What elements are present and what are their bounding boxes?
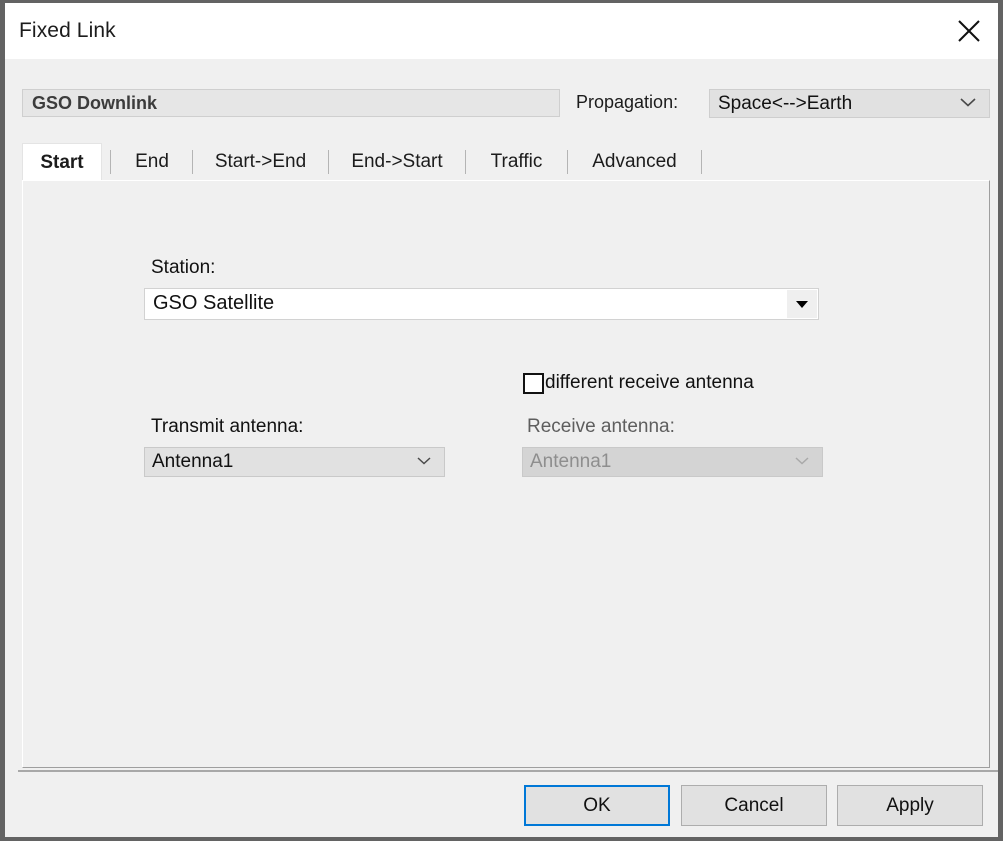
chevron-down-icon <box>416 453 432 471</box>
tab-advanced[interactable]: Advanced <box>577 143 692 181</box>
propagation-dropdown[interactable]: Space<-->Earth <box>709 89 990 118</box>
checkbox-box-icon <box>523 372 544 394</box>
tab-end[interactable]: End <box>120 143 184 181</box>
chevron-down-glyph <box>960 97 976 107</box>
close-icon[interactable] <box>940 3 998 59</box>
tab-separator <box>328 150 329 174</box>
receive-antenna-value: Antenna1 <box>530 451 612 472</box>
chevron-down-glyph <box>417 457 431 465</box>
tab-start-end[interactable]: Start->End <box>202 143 319 181</box>
transmit-antenna-dropdown[interactable]: Antenna1 <box>144 447 445 477</box>
chevron-down-icon <box>794 453 810 471</box>
receive-antenna-dropdown: Antenna1 <box>522 447 823 477</box>
different-receive-antenna-label: different receive antenna <box>545 372 754 393</box>
fixed-link-dialog: Fixed Link GSO Downlink Propagation: Spa… <box>0 0 1003 841</box>
header-area: GSO Downlink Propagation: Space<-->Earth <box>5 59 998 137</box>
propagation-value: Space<-->Earth <box>718 93 853 114</box>
different-receive-antenna-checkbox[interactable]: different receive antenna <box>523 372 754 394</box>
footer-divider <box>18 770 998 772</box>
triangle-down-glyph <box>796 300 808 308</box>
ok-button[interactable]: OK <box>524 785 670 826</box>
title-bar: Fixed Link <box>5 3 998 59</box>
tab-separator <box>110 150 111 174</box>
link-name-value: GSO Downlink <box>32 92 158 113</box>
cancel-button[interactable]: Cancel <box>681 785 827 826</box>
transmit-antenna-value: Antenna1 <box>152 451 234 472</box>
page-title: Fixed Link <box>19 19 116 42</box>
tab-traffic[interactable]: Traffic <box>475 143 558 181</box>
transmit-antenna-label: Transmit antenna: <box>151 416 304 437</box>
station-value: GSO Satellite <box>153 292 275 314</box>
link-name-field[interactable]: GSO Downlink <box>22 89 560 117</box>
close-glyph <box>958 20 980 42</box>
tab-separator <box>192 150 193 174</box>
apply-button[interactable]: Apply <box>837 785 983 826</box>
tab-panel-start: Station: GSO Satellite different receive… <box>22 180 990 768</box>
station-label: Station: <box>151 257 216 278</box>
tab-end-start[interactable]: End->Start <box>338 143 456 181</box>
station-dropdown[interactable]: GSO Satellite <box>144 288 819 320</box>
tab-strip: Start End Start->End End->Start Traffic … <box>22 143 990 181</box>
propagation-label: Propagation: <box>576 92 679 112</box>
chevron-down-icon <box>959 95 977 113</box>
tab-separator <box>567 150 568 174</box>
receive-antenna-label: Receive antenna: <box>527 416 675 437</box>
tab-separator <box>701 150 702 174</box>
tab-separator <box>465 150 466 174</box>
tab-start[interactable]: Start <box>22 143 102 181</box>
triangle-down-icon[interactable] <box>787 290 817 318</box>
chevron-down-glyph <box>795 457 809 465</box>
